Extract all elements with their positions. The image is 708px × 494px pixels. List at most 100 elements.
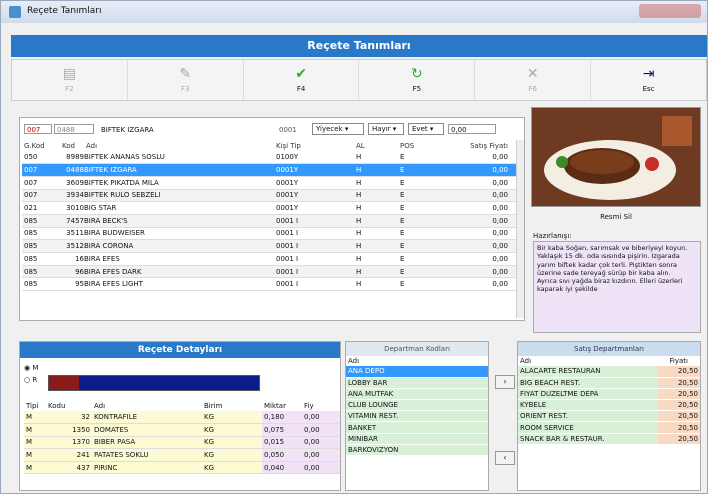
list-item[interactable]: ANA MUTFAK bbox=[346, 388, 488, 401]
cell-tipi: M bbox=[24, 436, 46, 450]
detail-row[interactable]: M 1370 BIBER PASA KG 0,015 0,00 bbox=[24, 436, 340, 450]
delete-photo-link[interactable]: Resmi Sil bbox=[531, 213, 701, 221]
list-item[interactable]: BIG BEACH REST. 20,50 bbox=[518, 377, 700, 389]
list-item[interactable]: VITAMIN REST. bbox=[346, 410, 488, 423]
cell-miktar: 0,050 bbox=[262, 448, 302, 462]
close-icon: ✕ bbox=[526, 66, 539, 82]
table-row[interactable]: 007 3609 BIFTEK PIKATDA MILA 0001Y H E 0,00 bbox=[22, 176, 520, 190]
detail-row[interactable]: M 1350 DOMATES KG 0,075 0,00 bbox=[24, 423, 340, 437]
list-item[interactable]: MINIBAR bbox=[346, 433, 488, 445]
col-gkod[interactable]: G.Kod bbox=[22, 140, 60, 151]
detail-row[interactable]: M 32 KONTRAFILE KG 0,180 0,00 bbox=[24, 411, 340, 425]
list-item[interactable]: ORIENT REST. 20,50 bbox=[518, 410, 700, 423]
edit-row: 007 0488 BIFTEK IZGARA 0001 Yiyecek ▾ Ha… bbox=[22, 122, 522, 136]
cell-fiyat: 0,00 bbox=[452, 265, 520, 279]
cell-pos: E bbox=[398, 163, 452, 177]
department-name: BARKOVIZYON bbox=[346, 444, 488, 457]
cell-pos: E bbox=[398, 151, 452, 165]
radio-r[interactable]: ○ R bbox=[24, 376, 37, 384]
cell-fiy: 0,00 bbox=[302, 423, 340, 437]
cell-fiyat: 0,00 bbox=[452, 151, 520, 165]
exit-button[interactable]: ⇥ Esc bbox=[591, 60, 706, 100]
cell-al: H bbox=[354, 265, 398, 279]
cell-fiy: 0,00 bbox=[302, 448, 340, 462]
table-row[interactable]: 085 95 BIRA EFES LIGHT 0001 I H E 0,00 bbox=[22, 277, 520, 292]
window-controls[interactable] bbox=[639, 4, 701, 18]
list-item[interactable]: BARKOVIZYON bbox=[346, 444, 488, 457]
grid-scrollbar[interactable] bbox=[516, 140, 524, 318]
dcol-fiy[interactable]: Fiy bbox=[302, 400, 340, 411]
cell-fiy: 0,00 bbox=[302, 436, 340, 450]
dcol-kodu[interactable]: Kodu bbox=[46, 400, 92, 411]
table-row[interactable]: 007 0488 BIFTEK IZGARA 0001Y H E 0,00 bbox=[22, 163, 520, 177]
department-name: CLUB LOUNGE bbox=[346, 399, 488, 412]
cell-adi: BIRA EFES DARK bbox=[84, 265, 274, 279]
edit-button[interactable]: ✎ F3 bbox=[128, 60, 244, 100]
refresh-button[interactable]: ↻ F5 bbox=[359, 60, 476, 100]
list-item[interactable]: BANKET bbox=[346, 421, 488, 434]
cell-gkod: 007 bbox=[22, 163, 60, 177]
cell-miktar: 0,075 bbox=[262, 423, 302, 437]
list-item[interactable]: FIYAT DUZELTME DEPA 20,50 bbox=[518, 388, 700, 401]
list-item[interactable]: KYBELE 20,50 bbox=[518, 399, 700, 412]
list-item[interactable]: SNACK BAR & RESTAUR. 20,50 bbox=[518, 433, 700, 445]
cell-kodu: 437 bbox=[46, 461, 92, 475]
cell-fiyat: 0,00 bbox=[452, 227, 520, 241]
col-fiyat[interactable]: Satış Fiyatı bbox=[452, 140, 520, 151]
table-row[interactable]: 050 8989 BIFTEK ANANAS SOSLU 0100Y H E 0,00 bbox=[22, 151, 520, 165]
list-item[interactable]: ALACARTE RESTAURAN 20,50 bbox=[518, 366, 700, 378]
table-row[interactable]: 007 3934 BIFTEK RULO SEBZELI 0001Y H E 0,00 bbox=[22, 189, 520, 203]
detail-row[interactable]: M 241 PATATES SOKLU KG 0,050 0,00 bbox=[24, 448, 340, 462]
table-row[interactable]: 085 3512 BIRA CORONA 0001 I H E 0,00 bbox=[22, 239, 520, 253]
move-right-button[interactable]: › bbox=[495, 375, 515, 389]
price-field[interactable]: 0,00 bbox=[448, 124, 496, 134]
col-pos[interactable]: POS bbox=[398, 140, 452, 151]
preparation-text[interactable]: Bir kaba Soğan, sarımsak ve biberiyeyi k… bbox=[533, 241, 701, 333]
cell-fiyat: 0,00 bbox=[452, 163, 520, 177]
name-field[interactable]: BIFTEK IZGARA bbox=[98, 124, 262, 134]
table-row[interactable]: 021 3010 BIG STAR 0001Y H E 0,00 bbox=[22, 201, 520, 215]
col-kod[interactable]: Kod bbox=[60, 140, 84, 151]
save-button[interactable]: ▤ F2 bbox=[12, 60, 128, 100]
move-left-button[interactable]: ‹ bbox=[495, 451, 515, 465]
code-field[interactable]: 0488 bbox=[54, 124, 94, 134]
table-row[interactable]: 085 16 BIRA EFES 0001 I H E 0,00 bbox=[22, 252, 520, 266]
cell-kod: 0488 bbox=[60, 163, 84, 177]
refresh-icon: ↻ bbox=[411, 66, 423, 82]
dcol-adi[interactable]: Adı bbox=[92, 400, 202, 411]
cell-fiy: 0,00 bbox=[302, 461, 340, 475]
table-row[interactable]: 085 7457 BIRA BECK'S 0001 I H E 0,00 bbox=[22, 214, 520, 228]
list-item[interactable]: LOBBY BAR bbox=[346, 377, 488, 389]
detail-row[interactable]: M 437 PIRINC KG 0,040 0,00 bbox=[24, 461, 340, 475]
cell-gkod: 085 bbox=[22, 214, 60, 228]
col-tip[interactable]: Kişi Tip bbox=[274, 140, 354, 151]
col-adi[interactable]: Adı bbox=[84, 140, 274, 151]
department-name: BANKET bbox=[346, 421, 488, 434]
dcol-birim[interactable]: Birim bbox=[202, 400, 262, 411]
radio-m[interactable]: ◉ M bbox=[24, 364, 38, 372]
type-select[interactable]: Yiyecek ▾ bbox=[312, 123, 364, 135]
cell-pos: E bbox=[398, 265, 452, 279]
approve-button[interactable]: ✔ F4 bbox=[244, 60, 360, 100]
dcol-tipi[interactable]: Tipi bbox=[24, 400, 46, 411]
pos-select[interactable]: Evet ▾ bbox=[408, 123, 444, 135]
cell-kod: 3512 bbox=[60, 239, 84, 253]
sales-dept-name: FIYAT DUZELTME DEPA bbox=[518, 388, 658, 401]
list-item[interactable]: ROOM SERVICE 20,50 bbox=[518, 421, 700, 434]
col-al[interactable]: AL bbox=[354, 140, 398, 151]
cell-kod: 3609 bbox=[60, 176, 84, 190]
cell-birim: KG bbox=[202, 411, 262, 425]
list-item[interactable]: CLUB LOUNGE bbox=[346, 399, 488, 412]
al-select[interactable]: Hayır ▾ bbox=[368, 123, 404, 135]
group-code-field[interactable]: 007 bbox=[24, 124, 52, 134]
list-item[interactable]: ANA DEPO bbox=[346, 366, 488, 378]
cell-pos: E bbox=[398, 201, 452, 215]
type-code-field[interactable]: 0001 bbox=[276, 124, 308, 134]
cell-adi: BIRA CORONA bbox=[84, 239, 274, 253]
delete-button[interactable]: ✕ F6 bbox=[475, 60, 592, 100]
save-icon: ▤ bbox=[62, 66, 77, 82]
table-row[interactable]: 085 3511 BIRA BUDWEISER 0001 I H E 0,00 bbox=[22, 227, 520, 241]
dcol-miktar[interactable]: Miktar bbox=[262, 400, 302, 411]
app-icon bbox=[9, 6, 21, 18]
table-row[interactable]: 085 96 BIRA EFES DARK 0001 I H E 0,00 bbox=[22, 265, 520, 279]
